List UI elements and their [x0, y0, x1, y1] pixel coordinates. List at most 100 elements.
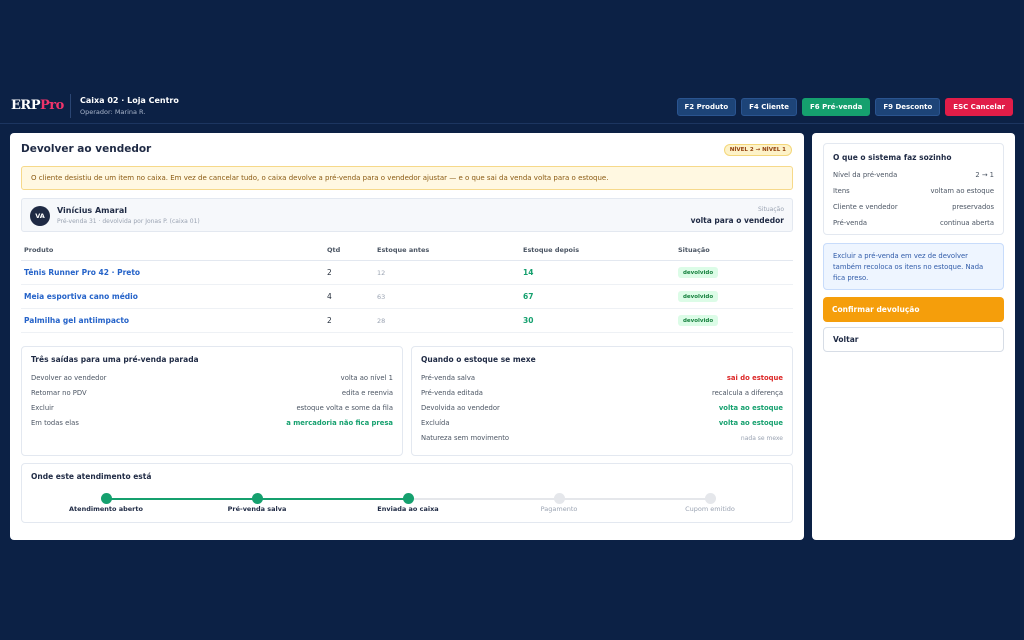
step-5-dot	[704, 493, 716, 504]
automation-row: Itens voltam ao estoque	[833, 185, 994, 197]
situation-label: Situação	[758, 206, 784, 213]
qty-value: 2	[327, 316, 332, 325]
col-qty: Qtd	[327, 245, 341, 254]
automation-row-value: preservados	[952, 203, 994, 211]
table-row: Tênis Runner Pro 42 · Preto 2 12 14 devo…	[21, 261, 793, 285]
items-table: Produto Qtd Estoque antes Estoque depois…	[21, 239, 793, 333]
hotkey-customer-button[interactable]: F4 Cliente	[741, 98, 797, 116]
status-badge: devolvido	[678, 267, 719, 278]
stock-row-value: recalcula a diferença	[711, 389, 783, 397]
col-status: Situação	[678, 245, 710, 254]
step-1-label: Atendimento aberto	[69, 505, 143, 513]
exits-row: Retomar no PDV edita e reenvia	[31, 387, 393, 399]
exits-row-label: Excluir	[31, 404, 54, 412]
product-link[interactable]: Palmilha gel antiimpacto	[24, 309, 129, 332]
status-badge: devolvido	[678, 315, 719, 326]
hotkey-presale-button[interactable]: F6 Pré-venda	[802, 98, 871, 116]
stock-row: Excluída volta ao estoque	[421, 417, 783, 429]
step-4-dot	[553, 493, 565, 504]
info-callout: Excluir a pré-venda em vez de devolver t…	[823, 243, 1004, 290]
stock-before-value: 63	[377, 292, 386, 301]
exits-row-label: Em todas elas	[31, 419, 79, 427]
stock-row-label: Excluída	[421, 419, 450, 427]
exits-row-label: Retomar no PDV	[31, 389, 87, 397]
register-title: Caixa 02 · Loja Centro	[80, 96, 179, 105]
qty-value: 4	[327, 292, 332, 301]
automation-row-label: Nível da pré-venda	[833, 171, 898, 179]
stock-row-label: Devolvida ao vendedor	[421, 404, 500, 412]
automation-row: Cliente e vendedor preservados	[833, 201, 994, 213]
confirm-return-button[interactable]: Confirmar devolução	[823, 297, 1004, 322]
stock-movement-card: Quando o estoque se mexe Pré-venda salva…	[411, 346, 793, 456]
table-row: Meia esportiva cano médio 4 63 67 devolv…	[21, 285, 793, 309]
hotkey-cancel-button[interactable]: ESC Cancelar	[945, 98, 1013, 116]
stock-row-value: sai do estoque	[726, 374, 783, 382]
table-header: Produto Qtd Estoque antes Estoque depois…	[21, 239, 793, 261]
return-panel: Devolver ao vendedor NÍVEL 2 → NÍVEL 1 O…	[10, 133, 804, 540]
product-link[interactable]: Meia esportiva cano médio	[24, 285, 138, 308]
exits-row-value: volta ao nível 1	[340, 374, 393, 382]
col-stock-after: Estoque depois	[523, 245, 580, 254]
automation-row: Nível da pré-venda 2 → 1	[833, 169, 994, 181]
hotkey-discount-button[interactable]: F9 Desconto	[875, 98, 941, 116]
exits-row-label: Devolver ao vendedor	[31, 374, 107, 382]
stock-row-value: volta ao estoque	[718, 419, 783, 427]
erp-logo: ERPPro	[11, 98, 64, 113]
top-bar: ERPPro Caixa 02 · Loja Centro Operador: …	[0, 88, 1024, 124]
page-title: Devolver ao vendedor	[21, 143, 152, 155]
stock-after-value: 14	[523, 268, 534, 277]
stock-row: Pré-venda editada recalcula a diferença	[421, 387, 783, 399]
situation-value: volta para o vendedor	[690, 216, 784, 225]
automation-title: O que o sistema faz sozinho	[833, 153, 952, 162]
stock-before-value: 28	[377, 316, 386, 325]
progress-title: Onde este atendimento está	[31, 472, 152, 481]
logo-main: ERP	[11, 98, 41, 113]
step-3-label: Enviada ao caixa	[377, 505, 439, 513]
exits-row-value: a mercadoria não fica presa	[286, 419, 393, 427]
status-badge: devolvido	[678, 291, 719, 302]
exits-title: Três saídas para uma pré-venda parada	[31, 355, 199, 364]
avatar: VA	[30, 206, 50, 226]
header-divider	[70, 94, 71, 118]
automation-row-label: Itens	[833, 187, 850, 195]
stock-row-value: nada se mexe	[740, 434, 783, 442]
stock-row-label: Natureza sem movimento	[421, 434, 510, 442]
exits-row-value: estoque volta e some da fila	[296, 404, 393, 412]
customer-name: Vinícius Amaral	[57, 206, 127, 215]
step-4-label: Pagamento	[540, 505, 578, 513]
qty-value: 2	[327, 268, 332, 277]
stock-row-label: Pré-venda editada	[421, 389, 483, 397]
automation-card: O que o sistema faz sozinho Nível da pré…	[823, 143, 1004, 235]
operator-label: Operador: Marina R.	[80, 108, 146, 116]
table-row: Palmilha gel antiimpacto 2 28 30 devolvi…	[21, 309, 793, 333]
automation-row-label: Pré-venda	[833, 219, 868, 227]
side-panel: O que o sistema faz sozinho Nível da pré…	[812, 133, 1015, 540]
exits-row: Em todas elas a mercadoria não fica pres…	[31, 417, 393, 429]
step-2-label: Pré-venda salva	[227, 505, 287, 513]
notice-banner: O cliente desistiu de um item no caixa. …	[21, 166, 793, 190]
automation-row-label: Cliente e vendedor	[833, 203, 898, 211]
exits-row: Excluir estoque volta e some da fila	[31, 402, 393, 414]
customer-card: VA Vinícius Amaral Pré-venda 31 · devolv…	[21, 198, 793, 232]
level-badge: NÍVEL 2 → NÍVEL 1	[723, 144, 792, 156]
stock-row: Devolvida ao vendedor volta ao estoque	[421, 402, 783, 414]
product-link[interactable]: Tênis Runner Pro 42 · Preto	[24, 261, 140, 284]
hotkey-bar: F2 Produto F4 Cliente F6 Pré-venda F9 De…	[676, 98, 1013, 116]
exits-row: Devolver ao vendedor volta ao nível 1	[31, 372, 393, 384]
exits-card: Três saídas para uma pré-venda parada De…	[21, 346, 403, 456]
col-stock-before: Estoque antes	[377, 245, 430, 254]
logo-accent: Pro	[40, 98, 64, 113]
stock-row-value: volta ao estoque	[718, 404, 783, 412]
stock-after-value: 67	[523, 292, 534, 301]
stock-row: Natureza sem movimento nada se mexe	[421, 432, 783, 444]
step-1-dot	[100, 493, 112, 504]
hotkey-product-button[interactable]: F2 Produto	[676, 98, 737, 116]
back-button[interactable]: Voltar	[823, 327, 1004, 352]
automation-row-value: continua aberta	[940, 219, 994, 227]
automation-row-value: voltam ao estoque	[930, 187, 994, 195]
stock-row: Pré-venda salva sai do estoque	[421, 372, 783, 384]
step-3-dot	[402, 493, 414, 504]
exits-row-value: edita e reenvia	[341, 389, 393, 397]
col-product: Produto	[24, 245, 54, 254]
automation-row-value: 2 → 1	[975, 171, 994, 179]
